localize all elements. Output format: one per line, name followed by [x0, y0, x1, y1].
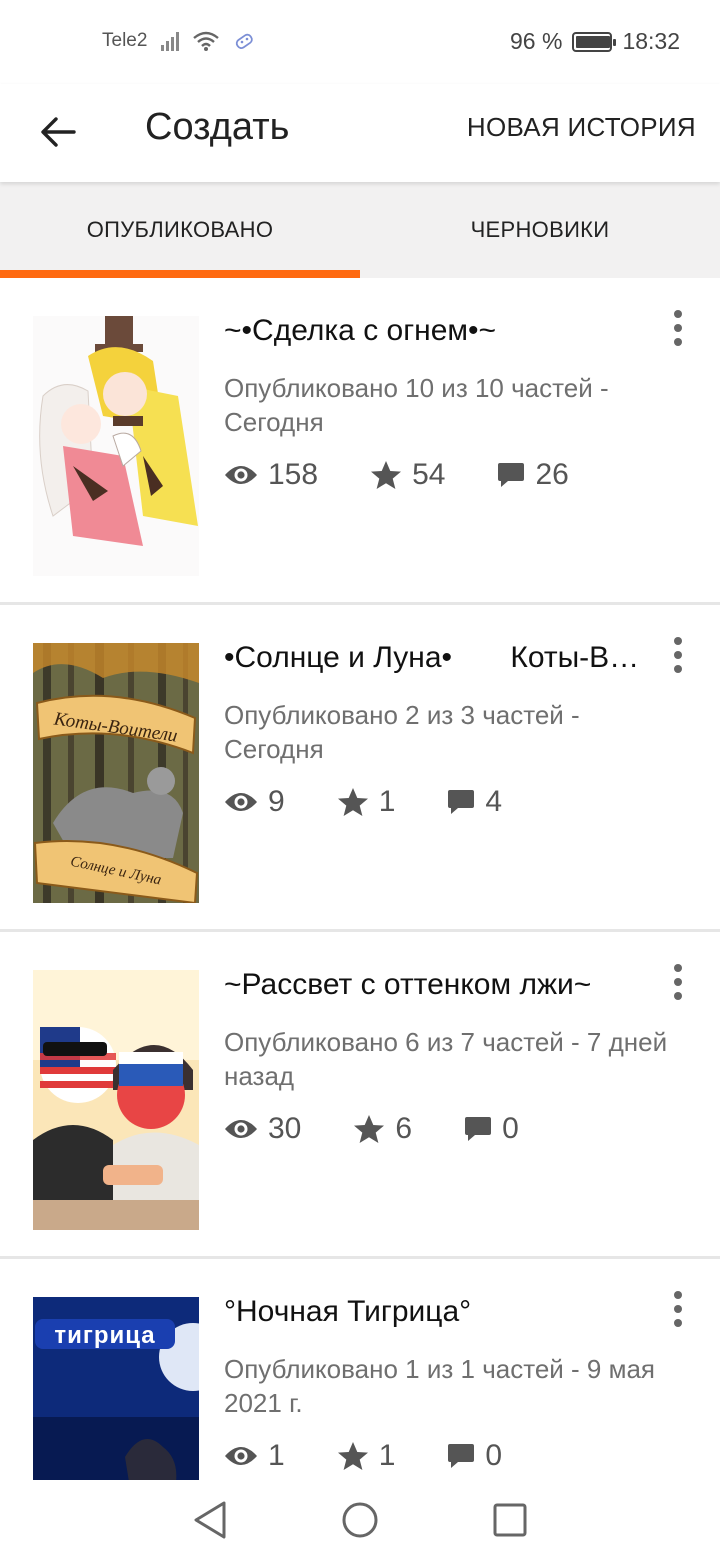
comments-count: 26	[535, 458, 569, 491]
carrier-label: Tele2	[102, 30, 148, 51]
views-stat: 1	[224, 1439, 285, 1473]
status-left: Tele2	[102, 30, 255, 52]
story-stats: 158 54 26	[224, 458, 621, 492]
back-button[interactable]	[30, 104, 86, 160]
story-cover[interactable]	[33, 970, 199, 1230]
story-cover[interactable]: тигрица	[33, 1297, 199, 1480]
story-meta: Опубликовано 6 из 7 частей - 7 дней наза…	[224, 1027, 668, 1091]
more-vert-icon[interactable]	[666, 635, 690, 675]
eye-icon	[225, 793, 257, 811]
comment-icon	[448, 1444, 475, 1468]
more-vert-icon[interactable]	[666, 1289, 690, 1329]
battery-percent: 96 %	[510, 28, 563, 54]
story-stats: 9 1 4	[224, 785, 554, 819]
votes-count: 1	[378, 1439, 396, 1472]
signal-icon	[161, 31, 180, 51]
system-nav-bar	[0, 1480, 720, 1560]
views-count: 1	[268, 1439, 285, 1472]
views-count: 30	[268, 1112, 302, 1145]
tab-drafts[interactable]: ЧЕРНОВИКИ	[360, 182, 720, 278]
story-stats: 1 1 0	[224, 1439, 554, 1473]
story-title[interactable]: °Ночная Тигрица°	[224, 1295, 644, 1329]
views-count: 158	[268, 458, 319, 491]
tab-published[interactable]: ОПУБЛИКОВАНО	[0, 182, 360, 278]
votes-count: 54	[412, 458, 446, 491]
votes-count: 6	[395, 1112, 413, 1145]
views-count: 9	[268, 785, 285, 818]
comments-count: 4	[485, 785, 503, 818]
comment-icon	[448, 790, 475, 814]
status-right: 96 % 18:32	[510, 28, 680, 55]
battery-icon	[572, 31, 617, 52]
arrow-left-icon	[41, 117, 76, 147]
gamepad-icon	[236, 33, 254, 50]
story-meta: Опубликовано 1 из 1 частей - 9 мая 2021 …	[224, 1354, 656, 1418]
comment-icon	[498, 463, 525, 487]
eye-icon	[225, 1447, 257, 1465]
views-stat: 9	[224, 785, 285, 819]
comment-icon	[465, 1117, 492, 1141]
votes-stat: 6	[353, 1112, 412, 1146]
status-bar: Tele2 96 % 18:32	[0, 0, 720, 84]
new-story-button[interactable]: НОВАЯ ИСТОРИЯ	[467, 112, 696, 143]
star-icon	[354, 1115, 385, 1143]
nav-home-icon[interactable]	[340, 1500, 380, 1540]
story-item[interactable]: ~Рассвет с оттенком лжи~ Опубликовано 6 …	[0, 932, 720, 1259]
story-item[interactable]: тигрица °Ночная Тигрица° Опубликовано 1 …	[0, 1259, 720, 1480]
comments-stat: 0	[464, 1112, 519, 1146]
more-vert-icon[interactable]	[666, 308, 690, 348]
nav-back-icon[interactable]	[192, 1500, 228, 1540]
wifi-icon	[193, 31, 220, 51]
app-bar: Создать НОВАЯ ИСТОРИЯ	[0, 84, 720, 182]
story-title[interactable]: ~•Сделка с огнем•~	[224, 314, 644, 348]
views-stat: 158	[224, 458, 318, 492]
star-icon	[337, 1442, 368, 1470]
eye-icon	[225, 466, 257, 484]
story-cover[interactable]: Коты-Воители Солнце и Луна	[33, 643, 199, 903]
votes-stat: 1	[337, 1439, 396, 1473]
story-list[interactable]: ~•Сделка с огнем•~ Опубликовано 10 из 10…	[0, 278, 720, 1480]
views-stat: 30	[224, 1112, 301, 1146]
tab-bar: ОПУБЛИКОВАНО ЧЕРНОВИКИ	[0, 182, 720, 278]
nav-recents-icon[interactable]	[492, 1502, 528, 1538]
story-title[interactable]: ~Рассвет с оттенком лжи~	[224, 968, 644, 1002]
votes-count: 1	[378, 785, 396, 818]
story-stats: 30 6 0	[224, 1112, 571, 1146]
page-title: Создать	[145, 106, 290, 148]
comments-stat: 0	[447, 1439, 502, 1473]
story-cover[interactable]	[33, 316, 199, 576]
comments-stat: 4	[447, 785, 502, 819]
comments-count: 0	[485, 1439, 503, 1472]
story-meta: Опубликовано 10 из 10 частей - Сегодня	[224, 373, 609, 437]
story-item[interactable]: Коты-Воители Солнце и Луна •Солнце и Лун…	[0, 605, 720, 932]
story-meta: Опубликовано 2 из 3 частей - Сегодня	[224, 700, 580, 764]
comments-count: 0	[502, 1112, 519, 1145]
votes-stat: 54	[370, 458, 445, 492]
star-icon	[337, 788, 368, 816]
votes-stat: 1	[337, 785, 396, 819]
story-title[interactable]: •Солнце и Луна• Коты-Воители	[224, 641, 644, 675]
story-item[interactable]: ~•Сделка с огнем•~ Опубликовано 10 из 10…	[0, 278, 720, 605]
star-icon	[371, 461, 402, 489]
eye-icon	[225, 1120, 257, 1138]
more-vert-icon[interactable]	[666, 962, 690, 1002]
comments-stat: 26	[497, 458, 569, 492]
clock: 18:32	[622, 28, 680, 54]
cover-title-text: тигрица	[54, 1322, 155, 1349]
